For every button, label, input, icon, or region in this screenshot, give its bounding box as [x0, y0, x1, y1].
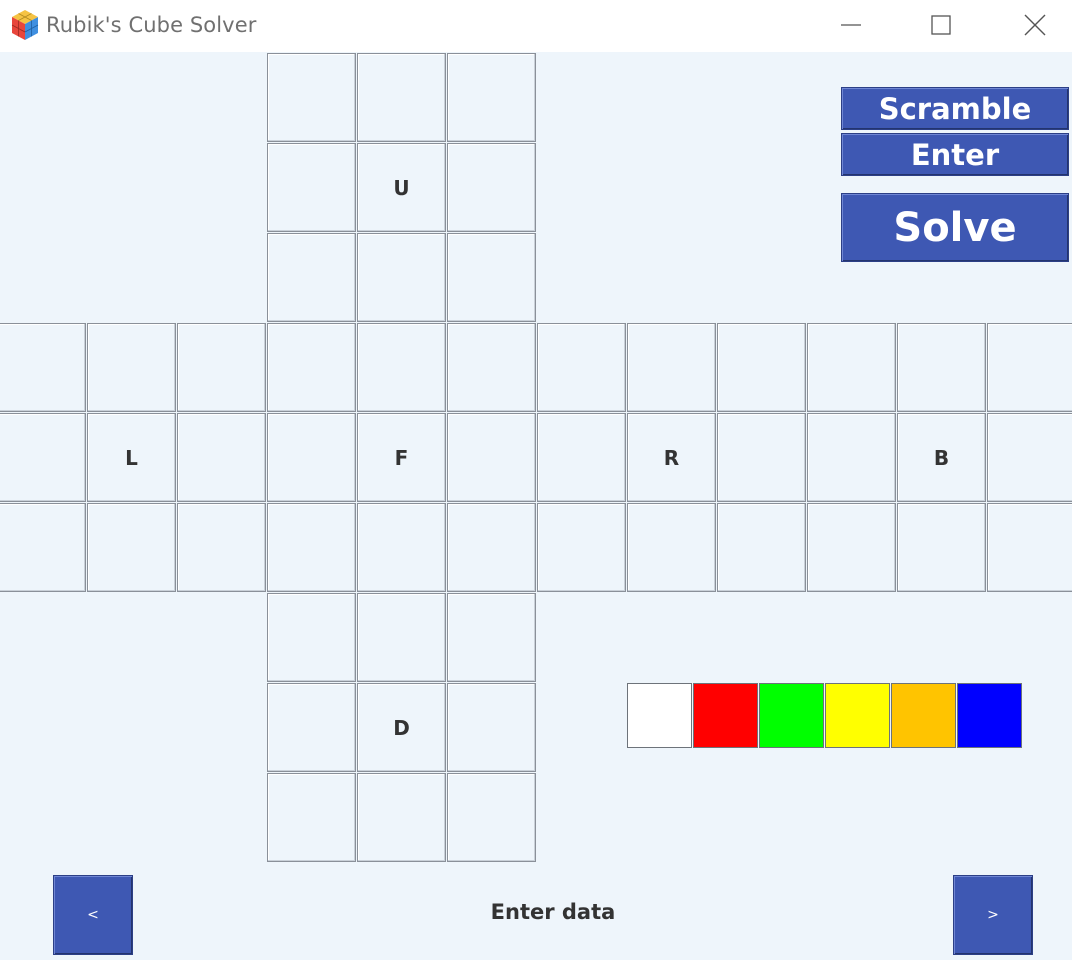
color-swatch-green[interactable] [759, 683, 824, 748]
cube-cell-u1[interactable] [267, 53, 356, 142]
cube-cell-u7[interactable] [267, 233, 356, 322]
cube-cell-l4[interactable] [0, 413, 86, 502]
cube-cell-u9[interactable] [447, 233, 536, 322]
cube-cell-f4[interactable] [267, 413, 356, 502]
cube-cell-l1[interactable] [0, 323, 86, 412]
cube-cell-l9[interactable] [177, 503, 266, 592]
cube-cell-b4[interactable] [807, 413, 896, 502]
cube-cell-f8[interactable] [357, 503, 446, 592]
cube-cell-l3[interactable] [177, 323, 266, 412]
cube-cell-f1[interactable] [267, 323, 356, 412]
cube-cell-f2[interactable] [357, 323, 446, 412]
cube-cell-l6[interactable] [177, 413, 266, 502]
face-label-u[interactable]: U [357, 143, 446, 232]
face-label-f[interactable]: F [357, 413, 446, 502]
cube-cell-r6[interactable] [717, 413, 806, 502]
minimize-icon [841, 24, 861, 26]
cube-cell-r8[interactable] [627, 503, 716, 592]
maximize-icon [931, 15, 951, 35]
cube-cell-l2[interactable] [87, 323, 176, 412]
enter-button[interactable]: Enter [841, 133, 1069, 176]
color-swatch-blue[interactable] [957, 683, 1022, 748]
next-button[interactable]: > [953, 875, 1033, 955]
cube-cell-l7[interactable] [0, 503, 86, 592]
cube-cell-d3[interactable] [447, 593, 536, 682]
status-text: Enter data [490, 900, 616, 924]
face-label-r[interactable]: R [627, 413, 716, 502]
cube-cell-r9[interactable] [717, 503, 806, 592]
cube-cell-u6[interactable] [447, 143, 536, 232]
cube-cell-f3[interactable] [447, 323, 536, 412]
cube-cell-r2[interactable] [627, 323, 716, 412]
cube-cell-f9[interactable] [447, 503, 536, 592]
color-swatch-orange[interactable] [891, 683, 956, 748]
face-label-d[interactable]: D [357, 683, 446, 772]
cube-cell-d9[interactable] [447, 773, 536, 862]
cube-cell-d6[interactable] [447, 683, 536, 772]
cube-cell-r7[interactable] [537, 503, 626, 592]
scramble-button[interactable]: Scramble [841, 87, 1069, 130]
cube-cell-b2[interactable] [897, 323, 986, 412]
cube-net-area: U L F R B D Scramble Enter Solve < Enter… [0, 52, 1072, 960]
color-swatch-red[interactable] [693, 683, 758, 748]
cube-cell-u8[interactable] [357, 233, 446, 322]
cube-cell-b8[interactable] [897, 503, 986, 592]
cube-cell-r1[interactable] [537, 323, 626, 412]
cube-cell-r4[interactable] [537, 413, 626, 502]
close-button[interactable] [1004, 0, 1066, 50]
window-title: Rubik's Cube Solver [46, 13, 257, 37]
cube-cell-r3[interactable] [717, 323, 806, 412]
face-label-l[interactable]: L [87, 413, 176, 502]
cube-cell-f7[interactable] [267, 503, 356, 592]
color-swatch-yellow[interactable] [825, 683, 890, 748]
color-swatch-white[interactable] [627, 683, 692, 748]
previous-button[interactable]: < [53, 875, 133, 955]
cube-cell-b6[interactable] [987, 413, 1072, 502]
cube-cell-b7[interactable] [807, 503, 896, 592]
maximize-button[interactable] [910, 0, 972, 50]
cube-cell-d1[interactable] [267, 593, 356, 682]
minimize-button[interactable] [820, 0, 882, 50]
cube-cell-u2[interactable] [357, 53, 446, 142]
cube-cell-u4[interactable] [267, 143, 356, 232]
solve-button[interactable]: Solve [841, 193, 1069, 262]
cube-cell-d4[interactable] [267, 683, 356, 772]
close-icon [1024, 14, 1046, 36]
cube-cell-l8[interactable] [87, 503, 176, 592]
cube-cell-b1[interactable] [807, 323, 896, 412]
cube-cell-f6[interactable] [447, 413, 536, 502]
cube-cell-u3[interactable] [447, 53, 536, 142]
cube-cell-d2[interactable] [357, 593, 446, 682]
cube-cell-d8[interactable] [357, 773, 446, 862]
cube-cell-b9[interactable] [987, 503, 1072, 592]
title-bar: Rubik's Cube Solver [0, 0, 1072, 52]
face-label-b[interactable]: B [897, 413, 986, 502]
cube-cell-b3[interactable] [987, 323, 1072, 412]
cube-cell-d7[interactable] [267, 773, 356, 862]
rubiks-cube-icon [11, 10, 39, 40]
